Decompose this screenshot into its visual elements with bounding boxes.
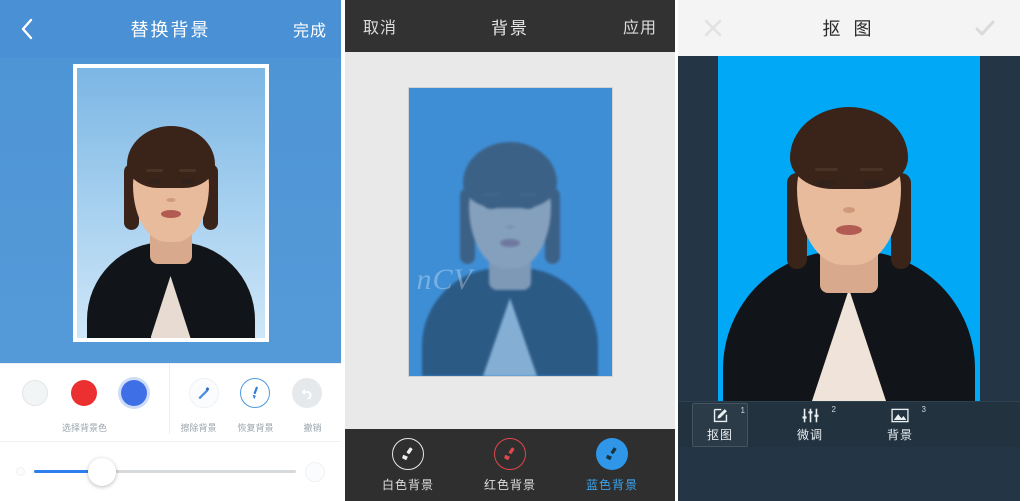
- portrait-eye-left: [485, 204, 498, 209]
- panel2-canvas[interactable]: nCV: [345, 52, 675, 429]
- portrait-brow-left: [483, 193, 500, 196]
- portrait-eye-right: [180, 179, 194, 184]
- portrait-brow-left: [145, 169, 163, 172]
- restore-background-button[interactable]: [240, 377, 271, 408]
- small-dot-icon: [16, 467, 25, 476]
- panel-cutout: 抠 图 抠图 1 微调 2 背景 3: [678, 0, 1020, 501]
- slider-thumb[interactable]: [88, 457, 117, 486]
- brush-icon: [595, 437, 628, 470]
- portrait-illustration-ghost: [409, 88, 612, 376]
- white-background-option[interactable]: 白色背景: [381, 437, 434, 493]
- panel1-canvas[interactable]: [0, 58, 341, 363]
- blue-background-option[interactable]: 蓝色背景: [585, 437, 638, 493]
- large-dot-icon: [305, 461, 325, 482]
- tab-background-label: 背景: [886, 428, 913, 442]
- panel3-title: 抠 图: [822, 19, 876, 39]
- tab-cutout-number: 1: [740, 405, 745, 415]
- background-color-swatches: [0, 364, 170, 421]
- portrait-brow-right: [860, 168, 883, 171]
- undo-button[interactable]: [292, 377, 323, 408]
- swatch-blue[interactable]: [121, 379, 148, 406]
- erase-background-button[interactable]: [188, 377, 219, 408]
- portrait-lips: [160, 210, 181, 218]
- portrait-hair: [463, 142, 557, 208]
- panel1-tool-labels: 选择背景色 擦除背景 恢复背景 撤销: [0, 421, 341, 441]
- portrait-brow-left: [815, 168, 838, 171]
- tab-finetune[interactable]: 微调 2: [782, 403, 838, 447]
- apply-button[interactable]: 应用: [623, 14, 657, 38]
- brush-labels: 擦除背景 恢复背景 撤销: [170, 421, 341, 434]
- watermark-text: nCV: [416, 263, 473, 296]
- done-button[interactable]: 完成: [293, 17, 327, 41]
- portrait-nose: [843, 207, 855, 213]
- brush-tool-group: [170, 364, 341, 421]
- tab-background-number: 3: [921, 404, 926, 414]
- tab-background[interactable]: 背景 3: [872, 403, 928, 447]
- cutout-icon: [712, 406, 729, 424]
- panel2-header: 取消 背景 应用: [345, 0, 675, 52]
- portrait-eye-left: [817, 180, 835, 187]
- panel1-photo-frame[interactable]: [72, 64, 269, 342]
- tab-finetune-label: 微调: [796, 428, 823, 442]
- undo-label: 撤销: [303, 423, 322, 433]
- panel1-title: 替换背景: [130, 20, 211, 40]
- brush-icon: [391, 437, 424, 470]
- close-x-icon[interactable]: [700, 15, 726, 41]
- back-chevron-icon[interactable]: [14, 16, 40, 42]
- portrait-brow-right: [519, 193, 536, 196]
- three-panel-screenshot: 替换背景 完成 选择背景色 擦除背景 恢复背景 撤销 取消 背景 应用 nCV …: [0, 0, 1024, 501]
- swatch-red[interactable]: [71, 379, 98, 406]
- brush-size-slider-row: [0, 441, 341, 501]
- portrait-lips: [836, 225, 862, 235]
- portrait-illustration: [77, 68, 265, 338]
- portrait-hair: [126, 126, 215, 188]
- portrait-nose: [166, 198, 175, 202]
- portrait-lips: [500, 239, 520, 247]
- erase-background-label: 擦除背景: [180, 423, 217, 433]
- panel3-tab-bar: 抠图 1 微调 2 背景 3: [678, 401, 1020, 447]
- check-icon[interactable]: [972, 15, 998, 41]
- portrait-eye-right: [863, 180, 881, 187]
- panel-background-picker: 取消 背景 应用 nCV 白色背景 红色背景 蓝色背景: [341, 0, 678, 501]
- background-options-bar: 白色背景 红色背景 蓝色背景: [345, 429, 675, 501]
- swatch-white[interactable]: [21, 379, 48, 406]
- panel1-header: 替换背景 完成: [0, 0, 341, 58]
- portrait-eye-left: [147, 179, 161, 184]
- panel-replace-background: 替换背景 完成 选择背景色 擦除背景 恢复背景 撤销: [0, 0, 341, 501]
- panel1-toolbar: [0, 363, 341, 421]
- portrait-eye-right: [521, 204, 534, 209]
- panel3-photo[interactable]: [718, 56, 980, 401]
- portrait-illustration-cutout: [718, 56, 980, 401]
- red-background-label: 红色背景: [483, 477, 536, 492]
- portrait-hair: [790, 107, 908, 189]
- panel2-photo[interactable]: nCV: [407, 87, 613, 377]
- panel3-header: 抠 图: [678, 0, 1020, 56]
- tab-cutout[interactable]: 抠图 1: [692, 402, 748, 447]
- red-background-option[interactable]: 红色背景: [483, 437, 536, 493]
- portrait-brow-right: [178, 169, 196, 172]
- brush-icon: [493, 437, 526, 470]
- portrait-nose: [505, 225, 515, 229]
- panel3-canvas[interactable]: [678, 56, 1020, 401]
- image-icon: [891, 406, 909, 424]
- brush-size-slider[interactable]: [34, 457, 296, 486]
- blue-background-label: 蓝色背景: [585, 477, 638, 492]
- restore-background-label: 恢复背景: [237, 423, 274, 433]
- white-background-label: 白色背景: [381, 477, 434, 492]
- tab-finetune-number: 2: [831, 404, 836, 414]
- cancel-button[interactable]: 取消: [363, 14, 397, 38]
- sliders-icon: [801, 406, 820, 424]
- tab-cutout-label: 抠图: [706, 428, 733, 442]
- panel3-bottom-spacer: [678, 447, 1020, 501]
- select-background-color-label: 选择背景色: [0, 421, 170, 434]
